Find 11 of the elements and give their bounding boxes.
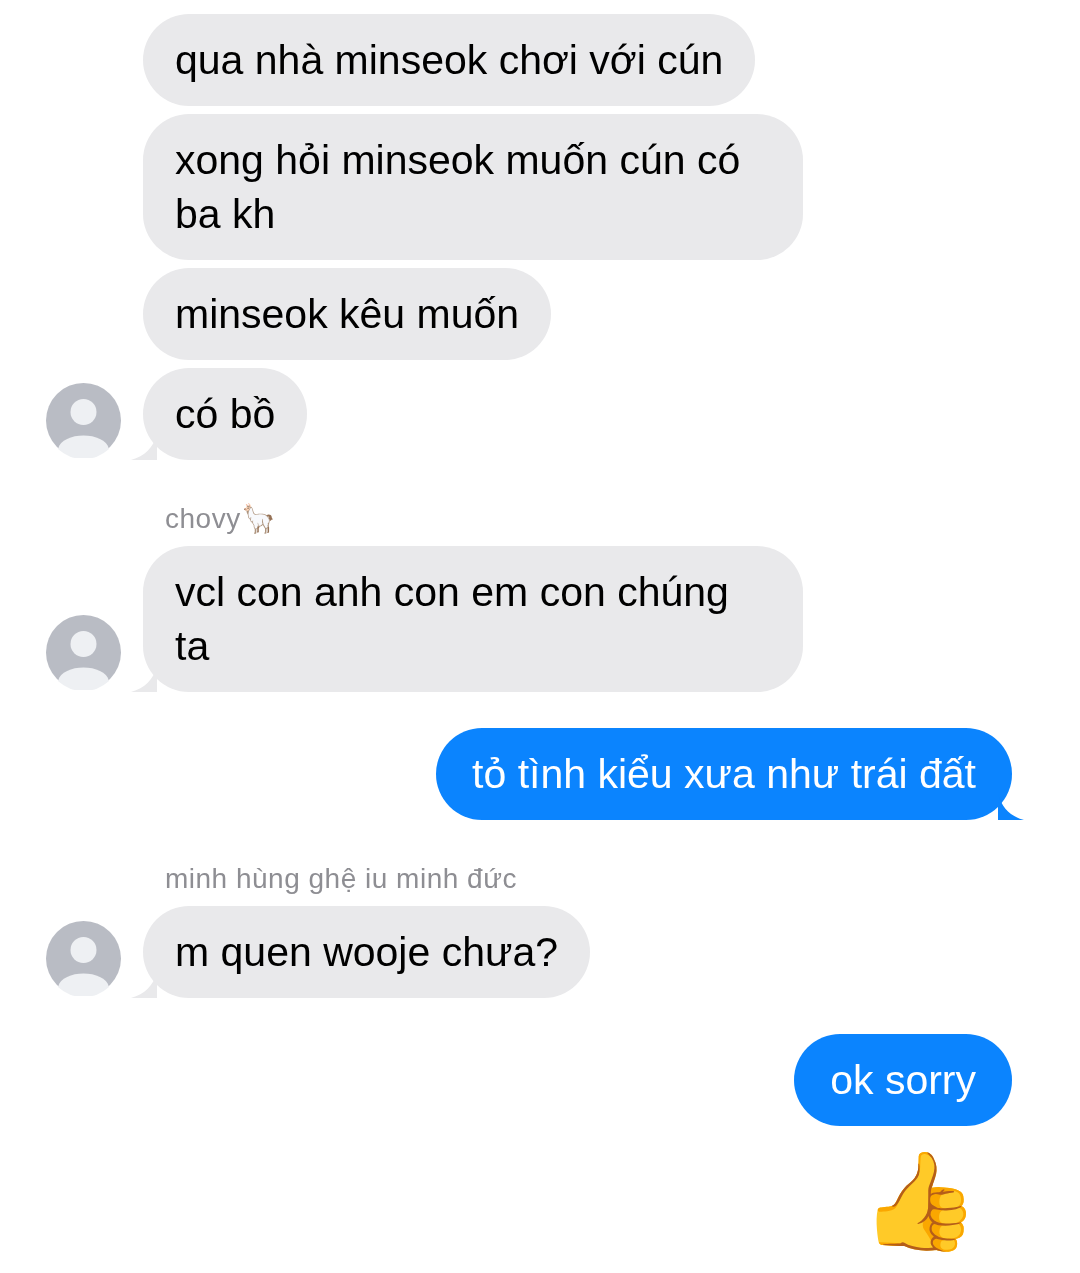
emoji-message: 👍	[860, 1146, 980, 1256]
message-bubble: m quen wooje chưa?	[143, 906, 590, 998]
message-bubble: có bồ	[143, 368, 308, 460]
message-bubble: tỏ tình kiểu xưa như trái đất	[436, 728, 1012, 820]
message-bubble: qua nhà minseok chơi với cún	[143, 14, 756, 106]
sender-name: minh hùng ghệ iu minh đức	[165, 863, 517, 894]
message-bubble: minseok kêu muốn	[143, 268, 552, 360]
message-bubble: vcl con anh con em con chúng ta	[143, 546, 803, 692]
message-bubble: xong hỏi minseok muốn cún có ba kh	[143, 114, 803, 260]
sender-name: chovy🦙	[165, 503, 277, 534]
message-bubble: ok sorry	[794, 1034, 1012, 1126]
